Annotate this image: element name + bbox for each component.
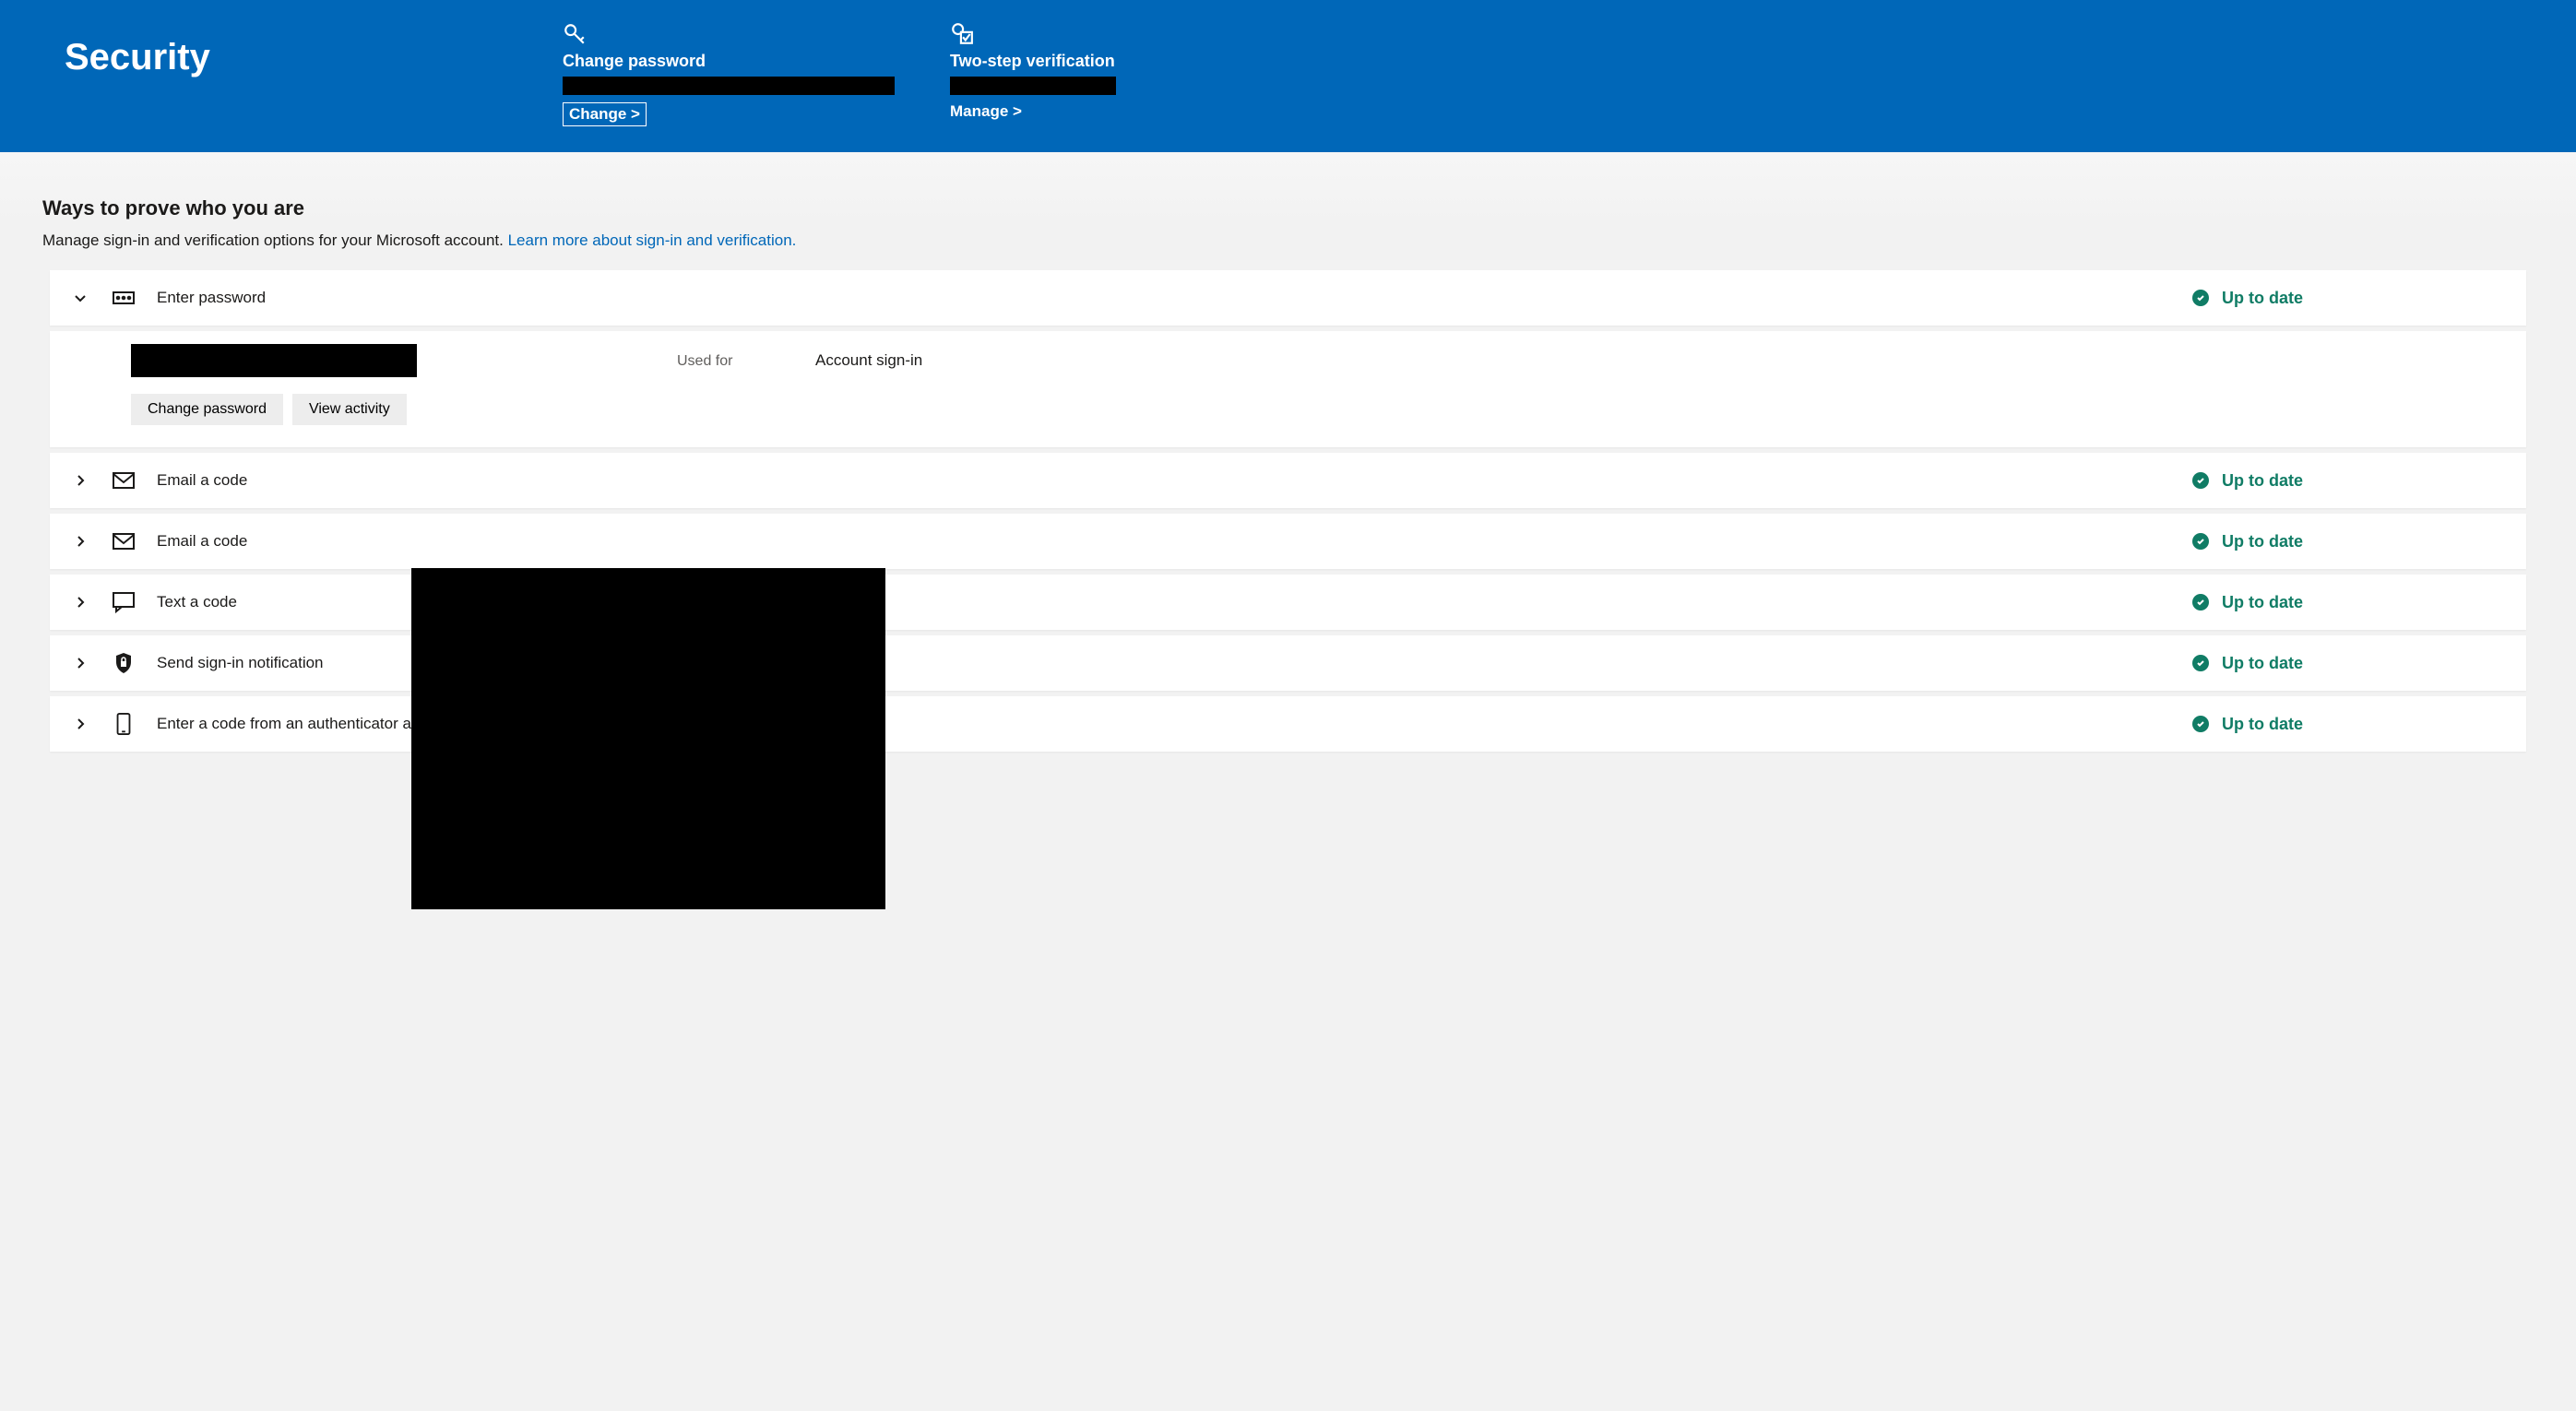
section-title: Ways to prove who you are: [42, 196, 2534, 220]
main-content: Ways to prove who you are Manage sign-in…: [0, 152, 2576, 752]
security-header: Security Change password Change > Two-st…: [0, 0, 2576, 152]
change-password-title: Change password: [563, 52, 895, 71]
status-text: Up to date: [2222, 593, 2303, 612]
view-activity-button[interactable]: View activity: [292, 394, 407, 425]
method-row-password[interactable]: Enter password Up to date: [50, 270, 2526, 326]
section-desc-text: Manage sign-in and verification options …: [42, 231, 508, 249]
method-label: Email a code: [157, 471, 2172, 490]
page-title: Security: [65, 22, 507, 78]
redacted-info: [131, 344, 417, 377]
chevron-right-icon: [70, 717, 90, 731]
method-status: Up to date: [2192, 593, 2506, 612]
redacted-info: [950, 77, 1116, 95]
chevron-right-icon: [70, 534, 90, 549]
method-status: Up to date: [2192, 289, 2506, 308]
status-text: Up to date: [2222, 471, 2303, 491]
learn-more-link[interactable]: Learn more about sign-in and verificatio…: [508, 231, 797, 249]
chevron-right-icon: [70, 595, 90, 610]
check-icon: [2192, 290, 2209, 306]
two-step-card: Two-step verification Manage >: [950, 22, 1282, 121]
password-expanded-panel: Change password View activity Used for A…: [50, 331, 2526, 447]
key-icon: [563, 22, 895, 46]
section-description: Manage sign-in and verification options …: [42, 231, 2534, 250]
redacted-info: [563, 77, 895, 95]
method-row-email[interactable]: Email a code Up to date: [50, 514, 2526, 569]
chevron-right-icon: [70, 473, 90, 488]
method-status: Up to date: [2192, 654, 2506, 673]
method-status: Up to date: [2192, 471, 2506, 491]
change-password-link[interactable]: Change >: [563, 102, 647, 126]
chevron-down-icon: [70, 290, 90, 305]
redacted-overlay: [411, 568, 885, 909]
status-text: Up to date: [2222, 654, 2303, 673]
manage-two-step-link[interactable]: Manage >: [950, 102, 1282, 121]
check-icon: [2192, 594, 2209, 611]
check-icon: [2192, 472, 2209, 489]
change-password-button[interactable]: Change password: [131, 394, 283, 425]
used-for-label: Used for: [677, 331, 815, 425]
used-for-value: Account sign-in: [815, 331, 922, 425]
method-label: Enter password: [157, 289, 2172, 307]
check-icon: [2192, 655, 2209, 671]
status-text: Up to date: [2222, 715, 2303, 734]
method-status: Up to date: [2192, 532, 2506, 551]
sms-icon: [111, 591, 137, 613]
status-text: Up to date: [2222, 289, 2303, 308]
mail-icon: [111, 530, 137, 552]
check-icon: [2192, 716, 2209, 732]
phone-icon: [111, 713, 137, 735]
status-text: Up to date: [2222, 532, 2303, 551]
method-row-email[interactable]: Email a code Up to date: [50, 453, 2526, 508]
shield-lock-icon: [111, 652, 137, 674]
chevron-right-icon: [70, 656, 90, 670]
method-status: Up to date: [2192, 715, 2506, 734]
check-icon: [2192, 533, 2209, 550]
mail-icon: [111, 469, 137, 492]
two-step-title: Two-step verification: [950, 52, 1282, 71]
shield-check-icon: [950, 22, 1282, 46]
method-label: Email a code: [157, 532, 2172, 551]
password-icon: [111, 287, 137, 309]
change-password-card: Change password Change >: [563, 22, 895, 126]
